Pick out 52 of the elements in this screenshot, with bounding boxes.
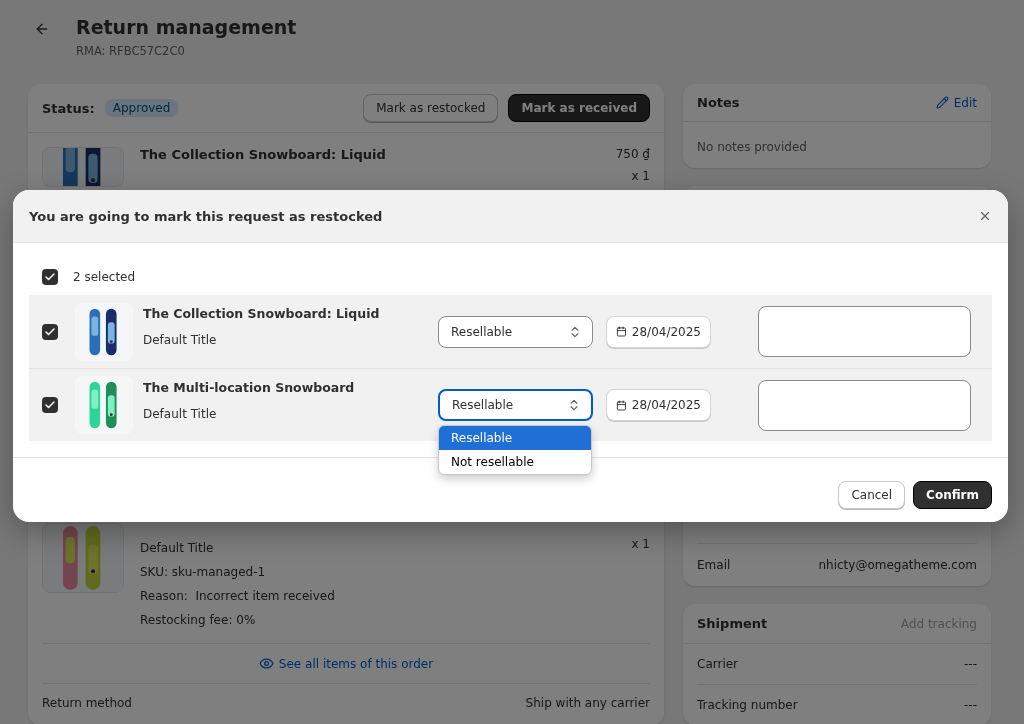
dropdown-option[interactable]: Not resellable bbox=[439, 450, 591, 474]
product-detail: Reason: Incorrect item received bbox=[140, 589, 336, 603]
shipment-field-label: Carrier bbox=[697, 657, 739, 671]
confirm-button[interactable]: Confirm bbox=[913, 481, 992, 509]
note-field[interactable] bbox=[758, 379, 971, 431]
select-all-checkbox[interactable] bbox=[42, 269, 58, 285]
calendar-icon bbox=[616, 398, 627, 412]
product-detail: SKU: sku-managed-1 bbox=[140, 565, 267, 579]
eye-icon bbox=[258, 656, 274, 671]
shipment-field-value: --- bbox=[964, 657, 977, 671]
check-icon bbox=[44, 325, 56, 338]
status-label: Status: bbox=[42, 100, 95, 116]
rma-number: RMA: RFBC57C2C0 bbox=[76, 44, 186, 58]
product-name: The Collection Snowboard: Liquid bbox=[140, 147, 387, 162]
status-badge: Approved bbox=[104, 99, 179, 117]
return-method-value: Ship with any carrier bbox=[525, 696, 650, 710]
condition-select[interactable]: Resellable bbox=[438, 389, 593, 421]
product-detail: Default Title bbox=[140, 541, 215, 555]
received-button[interactable]: Mark as received bbox=[508, 94, 650, 122]
shipment-field-value: --- bbox=[964, 698, 977, 712]
product-detail: Restocking fee: 0% bbox=[140, 613, 257, 627]
row-checkbox[interactable] bbox=[42, 397, 58, 413]
notes-text: No notes provided bbox=[697, 140, 807, 154]
customer-field-value: nhicty@omegatheme.com bbox=[818, 558, 977, 572]
shipment-title: Shipment bbox=[697, 616, 768, 631]
return-method-label: Return method bbox=[42, 696, 132, 710]
check-icon bbox=[44, 399, 56, 411]
product-quantity: x 1 bbox=[631, 537, 650, 551]
customer-field-label: Email bbox=[697, 558, 731, 572]
page-title: Return management bbox=[76, 16, 297, 38]
cancel-button[interactable]: Cancel bbox=[838, 481, 906, 509]
restocked-button[interactable]: Mark as restocked bbox=[363, 94, 499, 122]
shipment-field-label: Tracking number bbox=[697, 698, 798, 712]
notes-title: Notes bbox=[697, 95, 740, 110]
calendar-icon bbox=[616, 325, 627, 338]
product-quantity: x 1 bbox=[631, 169, 650, 183]
dialog-title: You are going to mark this request as restocked bbox=[29, 208, 383, 224]
close-icon[interactable] bbox=[978, 209, 992, 223]
check-icon bbox=[44, 271, 56, 283]
date-button[interactable]: 28/04/2025 bbox=[606, 315, 711, 348]
note-field[interactable] bbox=[758, 306, 971, 357]
product-price: 750 ₫ bbox=[615, 147, 650, 161]
product-name: The Collection Snowboard: Liquid bbox=[143, 306, 381, 321]
date-button[interactable]: 28/04/2025 bbox=[606, 389, 711, 421]
dropdown-option[interactable]: Resellable bbox=[439, 426, 591, 450]
row-checkbox[interactable] bbox=[42, 323, 58, 340]
pencil-icon bbox=[935, 96, 949, 109]
condition-select[interactable]: Resellable bbox=[438, 315, 593, 348]
product-variant: Default Title bbox=[143, 407, 218, 421]
selected-count: 2 selected bbox=[73, 270, 136, 284]
product-name: The Multi-location Snowboard bbox=[143, 380, 356, 395]
product-variant: Default Title bbox=[143, 333, 218, 347]
